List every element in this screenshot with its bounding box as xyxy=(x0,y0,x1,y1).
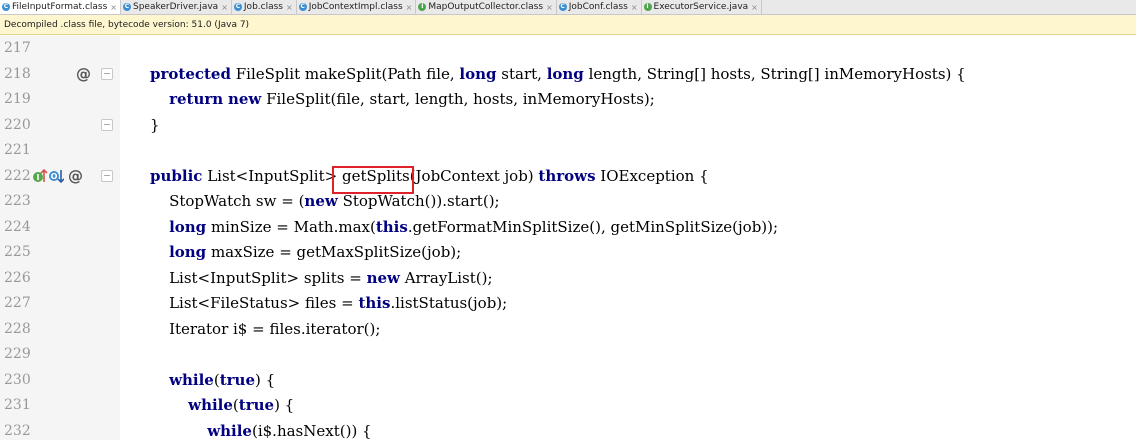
code-line[interactable]: 221 xyxy=(0,138,1136,164)
code-line[interactable]: 225 long maxSize = getMaxSplitSize(job); xyxy=(0,240,1136,266)
line-number: 229 xyxy=(4,342,30,368)
fold-toggle-icon[interactable] xyxy=(101,170,113,182)
highlighted-method-name[interactable]: getSplits xyxy=(342,167,410,185)
line-number: 231 xyxy=(4,393,30,419)
tab-label: SpeakerDriver.java xyxy=(133,2,218,12)
code-line[interactable]: 231 while(true) { xyxy=(0,393,1136,419)
code-line[interactable]: 220} xyxy=(0,113,1136,139)
code-text: long minSize = Math.max(this.getFormatMi… xyxy=(150,215,778,241)
code-line[interactable]: 223 StopWatch sw = (new StopWatch()).sta… xyxy=(0,189,1136,215)
tab-label: FileInputFormat.class xyxy=(12,2,107,12)
close-icon[interactable]: × xyxy=(221,3,228,12)
decompiled-info-banner: Decompiled .class file, bytecode version… xyxy=(0,15,1136,35)
close-icon[interactable]: × xyxy=(110,3,117,12)
close-icon[interactable]: × xyxy=(406,3,413,12)
tab-jobconf-class[interactable]: CJobConf.class× xyxy=(557,0,642,14)
tab-jobcontextimpl-class[interactable]: CJobContextImpl.class× xyxy=(297,0,417,14)
implementing-method-icon[interactable]: I xyxy=(32,168,48,184)
line-number: 225 xyxy=(4,240,30,266)
code-editor[interactable]: 217218 @ protected FileSplit makeSplit(Pat… xyxy=(0,36,1136,440)
code-line[interactable]: 217 xyxy=(0,36,1136,62)
code-text: while(true) { xyxy=(150,393,294,419)
code-text: long maxSize = getMaxSplitSize(job); xyxy=(150,240,461,266)
banner-text: Decompiled .class file, bytecode version… xyxy=(4,20,249,30)
line-number: 220 xyxy=(4,113,30,139)
class-file-icon: C xyxy=(299,3,307,11)
class-file-icon: C xyxy=(123,3,131,11)
close-icon[interactable]: × xyxy=(286,3,293,12)
tab-label: ExecutorService.java xyxy=(654,2,749,12)
tab-label: JobContextImpl.class xyxy=(309,2,403,12)
interface-file-icon: I xyxy=(644,3,652,11)
code-text: while(i$.hasNext()) { xyxy=(150,419,372,444)
line-number: 232 xyxy=(4,419,30,444)
line-number: 223 xyxy=(4,189,30,215)
line-number: 224 xyxy=(4,215,30,241)
code-text: protected FileSplit makeSplit(Path file,… xyxy=(150,62,966,88)
svg-text:I: I xyxy=(37,173,40,182)
code-line[interactable]: 219 return new FileSplit(file, start, le… xyxy=(0,87,1136,113)
code-text: List<InputSplit> splits = new ArrayList(… xyxy=(150,266,493,292)
line-number: 230 xyxy=(4,368,30,394)
code-text: public List<InputSplit> getSplits(JobCon… xyxy=(150,164,709,190)
code-line[interactable]: 232 while(i$.hasNext()) { xyxy=(0,419,1136,444)
svg-text:O: O xyxy=(51,172,58,181)
code-line[interactable]: 230 while(true) { xyxy=(0,368,1136,394)
code-text: return new FileSplit(file, start, length… xyxy=(150,87,655,113)
gutter-marker: @ xyxy=(76,62,91,88)
code-line[interactable]: 222 I O @ public List<InputSplit> getSplits(… xyxy=(0,164,1136,190)
tab-label: Job.class xyxy=(244,2,283,12)
tab-executorservice-java[interactable]: IExecutorService.java× xyxy=(642,0,762,14)
code-line[interactable]: 227 List<FileStatus> files = this.listSt… xyxy=(0,291,1136,317)
code-text: Iterator i$ = files.iterator(); xyxy=(150,317,380,343)
annotation-at-icon[interactable]: @ xyxy=(68,164,83,190)
close-icon[interactable]: × xyxy=(546,3,553,12)
code-line[interactable]: 218 @ protected FileSplit makeSplit(Path f… xyxy=(0,62,1136,88)
fold-toggle-icon[interactable] xyxy=(101,68,113,80)
line-number: 217 xyxy=(4,36,30,62)
line-number: 222 xyxy=(4,164,30,190)
tab-speakerdriver-java[interactable]: CSpeakerDriver.java× xyxy=(121,0,232,14)
line-number: 227 xyxy=(4,291,30,317)
line-number: 221 xyxy=(4,138,30,164)
code-text: List<FileStatus> files = this.listStatus… xyxy=(150,291,507,317)
tab-job-class[interactable]: CJob.class× xyxy=(232,0,297,14)
tab-mapoutputcollector-class[interactable]: IMapOutputCollector.class× xyxy=(416,0,556,14)
code-line[interactable]: 228 Iterator i$ = files.iterator(); xyxy=(0,317,1136,343)
line-number: 219 xyxy=(4,87,30,113)
overriding-method-icon[interactable]: O xyxy=(48,168,64,184)
tab-fileinputformat-class[interactable]: CFileInputFormat.class× xyxy=(0,0,121,14)
interface-file-icon: I xyxy=(418,3,426,11)
editor-tab-bar: CFileInputFormat.class×CSpeakerDriver.ja… xyxy=(0,0,1136,15)
annotation-at-icon[interactable]: @ xyxy=(76,62,91,88)
line-number: 218 xyxy=(4,62,30,88)
code-text: } xyxy=(150,113,160,139)
line-number: 226 xyxy=(4,266,30,292)
code-line[interactable]: 229 xyxy=(0,342,1136,368)
code-text: while(true) { xyxy=(150,368,275,394)
code-text: StopWatch sw = (new StopWatch()).start()… xyxy=(150,189,500,215)
tab-label: JobConf.class xyxy=(569,2,628,12)
class-file-icon: C xyxy=(559,3,567,11)
code-line[interactable]: 224 long minSize = Math.max(this.getForm… xyxy=(0,215,1136,241)
class-file-icon: C xyxy=(234,3,242,11)
gutter-markers: I O @ xyxy=(32,164,83,190)
class-file-icon: C xyxy=(2,3,10,11)
line-number: 228 xyxy=(4,317,30,343)
close-icon[interactable]: × xyxy=(631,3,638,12)
tab-label: MapOutputCollector.class xyxy=(428,2,543,12)
code-line[interactable]: 226 List<InputSplit> splits = new ArrayL… xyxy=(0,266,1136,292)
fold-toggle-icon[interactable] xyxy=(101,119,113,131)
close-icon[interactable]: × xyxy=(751,3,758,12)
